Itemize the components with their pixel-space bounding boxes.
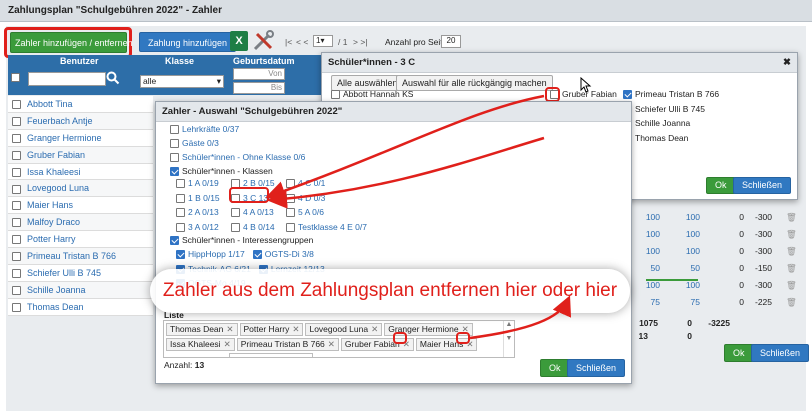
arrow-tag-to-text — [469, 295, 572, 340]
cursor-icon — [580, 76, 592, 93]
arrow-maier-to-class — [267, 136, 545, 209]
arrow-gruber-to-class — [265, 94, 545, 201]
annotation-arrows — [265, 94, 572, 340]
